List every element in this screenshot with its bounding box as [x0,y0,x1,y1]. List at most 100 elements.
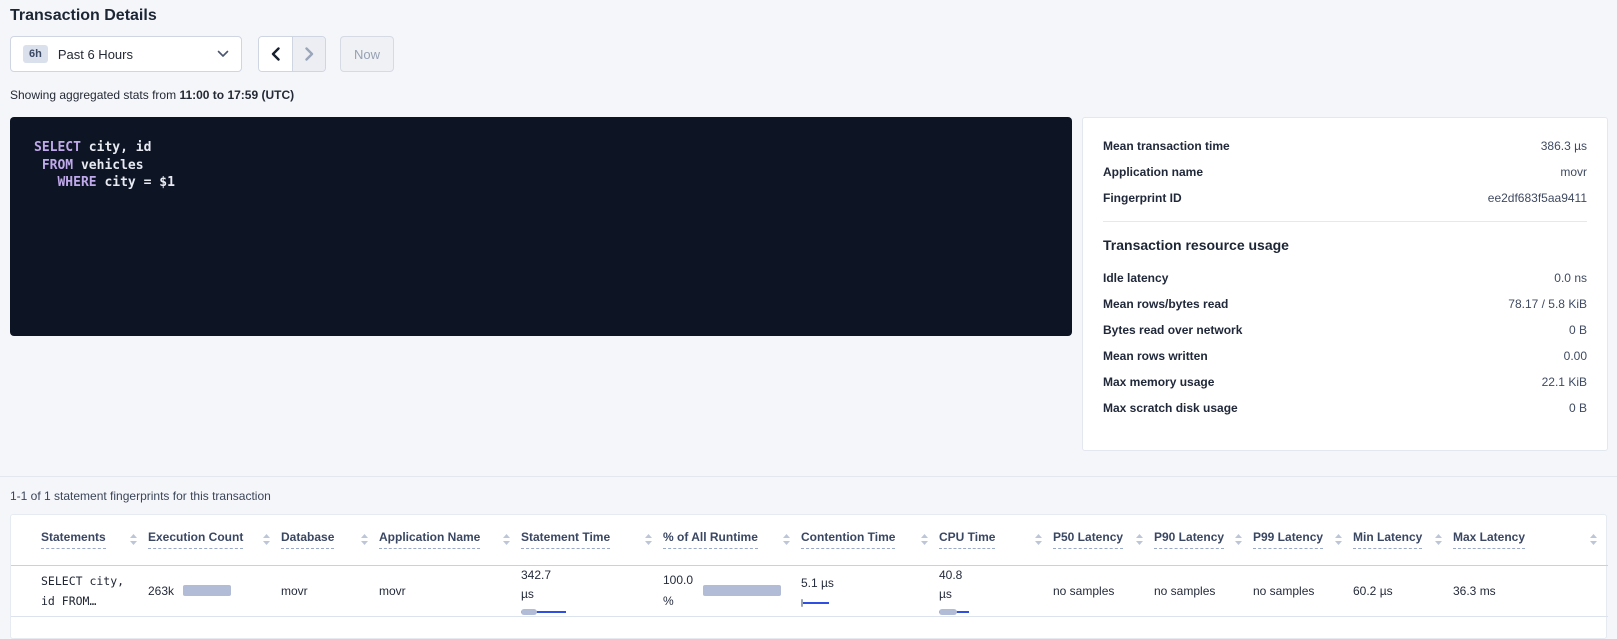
page-title: Transaction Details [10,7,1607,25]
sort-icon[interactable] [644,533,653,546]
mean-bar [521,609,537,615]
sort-icon[interactable] [1334,533,1343,546]
next-time-button[interactable] [292,37,325,71]
column-header-pct-of-all-runtime[interactable]: % of All Runtime [663,530,758,549]
summary-prefix: Showing aggregated stats from [10,88,179,102]
detail-label: Fingerprint ID [1103,191,1182,205]
prev-time-button[interactable] [259,37,292,71]
detail-value: 0.00 [1564,349,1587,363]
detail-row-mean-rows-bytes-read: Mean rows/bytes read 78.17 / 5.8 KiB [1103,291,1587,317]
time-step-buttons [258,36,326,72]
sort-icon[interactable] [1135,533,1144,546]
panel-divider [1103,221,1587,222]
column-header-p90-latency[interactable]: P90 Latency [1154,530,1224,549]
time-range-dropdown[interactable]: 6h Past 6 Hours [10,36,242,72]
table-header-row: Statements Execution Count Database Appl… [11,515,1608,565]
statement-link[interactable]: SELECT city, id FROM… [41,571,138,611]
detail-label: Mean rows/bytes read [1103,297,1228,311]
pct-of-all-runtime-cell: 100.0 % [663,570,791,611]
p50-latency-cell: no samples [1053,584,1114,598]
statements-table-card: Statements Execution Count Database Appl… [10,514,1607,639]
column-header-min-latency[interactable]: Min Latency [1353,530,1422,549]
detail-row-bytes-read-over-network: Bytes read over network 0 B [1103,317,1587,343]
cpu-time-unit: µs [939,585,1043,605]
detail-label: Idle latency [1103,271,1168,285]
sort-icon[interactable] [129,533,138,546]
sort-icon[interactable] [920,533,929,546]
detail-label: Max memory usage [1103,375,1214,389]
statements-section: 1-1 of 1 statement fingerprints for this… [0,476,1617,639]
cpu-time-cell: 40.8 µs [939,566,1043,617]
detail-value: 78.17 / 5.8 KiB [1508,297,1587,311]
execution-count-cell: 263k [148,584,271,598]
sort-icon[interactable] [1034,533,1043,546]
transaction-details-panel: Mean transaction time 386.3 µs Applicati… [1082,117,1608,451]
statement-time-unit: µs [521,585,653,605]
sql-line-3: WHERE city = $1 [34,175,175,190]
detail-value: ee2df683f5aa9411 [1488,191,1587,205]
sql-statement-box: SELECT city, id FROM vehicles WHERE city… [10,117,1072,336]
detail-row-idle-latency: Idle latency 0.0 ns [1103,265,1587,291]
column-header-max-latency[interactable]: Max Latency [1453,530,1525,549]
detail-row-application-name: Application name movr [1103,159,1587,185]
detail-value: 0 B [1569,323,1587,337]
sql-line-2: FROM vehicles [34,158,144,173]
column-header-contention-time[interactable]: Contention Time [801,530,895,549]
detail-row-mean-rows-written: Mean rows written 0.00 [1103,343,1587,369]
column-header-p50-latency[interactable]: P50 Latency [1053,530,1123,549]
detail-label: Bytes read over network [1103,323,1242,337]
sort-icon[interactable] [1589,533,1598,546]
p90-latency-cell: no samples [1154,584,1215,598]
pct-value: 100.0 [663,570,693,590]
now-button[interactable]: Now [340,36,394,72]
pct-runtime-bar [703,585,781,596]
detail-label: Mean transaction time [1103,139,1230,153]
detail-row-mean-transaction-time: Mean transaction time 386.3 µs [1103,133,1587,159]
column-header-cpu-time[interactable]: CPU Time [939,530,995,549]
detail-row-max-memory-usage: Max memory usage 22.1 KiB [1103,369,1587,395]
sort-icon[interactable] [360,533,369,546]
sql-keyword: FROM [42,158,73,173]
column-header-p99-latency[interactable]: P99 Latency [1253,530,1323,549]
contention-time-value: 5.1 µs [801,574,929,594]
detail-value: 386.3 µs [1541,139,1587,153]
sort-icon[interactable] [1234,533,1243,546]
chevron-down-icon [217,50,229,58]
statements-table: Statements Execution Count Database Appl… [11,515,1608,617]
p99-latency-cell: no samples [1253,584,1314,598]
time-range-label: Past 6 Hours [58,47,217,62]
sql-keyword: WHERE [57,175,96,190]
mean-bar [801,599,803,607]
execution-count-value: 263k [148,584,174,598]
statement-line-2: id FROM… [41,591,138,611]
execution-count-bar [183,585,231,596]
sql-line-1: SELECT city, id [34,140,151,155]
column-header-execution-count[interactable]: Execution Count [148,530,243,549]
aggregated-stats-summary: Showing aggregated stats from 11:00 to 1… [10,88,1607,102]
stddev-line [801,602,829,604]
detail-row-fingerprint-id: Fingerprint ID ee2df683f5aa9411 [1103,185,1587,211]
sql-keyword: SELECT [34,140,81,155]
detail-value: 0 B [1569,401,1587,415]
cpu-time-bar-chart [939,608,999,616]
summary-range: 11:00 to 17:59 (UTC) [179,88,294,102]
detail-label: Mean rows written [1103,349,1208,363]
sort-icon[interactable] [1434,533,1443,546]
application-name-cell: movr [379,584,406,598]
contention-time-bar-chart [801,599,861,607]
contention-time-cell: 5.1 µs [801,574,929,607]
chevron-left-icon [271,47,280,61]
column-header-database[interactable]: Database [281,530,334,549]
sort-icon[interactable] [502,533,511,546]
sort-icon[interactable] [262,533,271,546]
sort-icon[interactable] [782,533,791,546]
statement-line-1: SELECT city, [41,571,138,591]
statement-time-value: 342.7 [521,566,653,586]
detail-label: Max scratch disk usage [1103,401,1238,415]
cpu-time-value: 40.8 [939,566,1043,586]
database-cell: movr [281,584,308,598]
column-header-statements[interactable]: Statements [41,530,106,549]
column-header-application-name[interactable]: Application Name [379,530,480,549]
resource-usage-title: Transaction resource usage [1103,237,1587,253]
column-header-statement-time[interactable]: Statement Time [521,530,610,549]
